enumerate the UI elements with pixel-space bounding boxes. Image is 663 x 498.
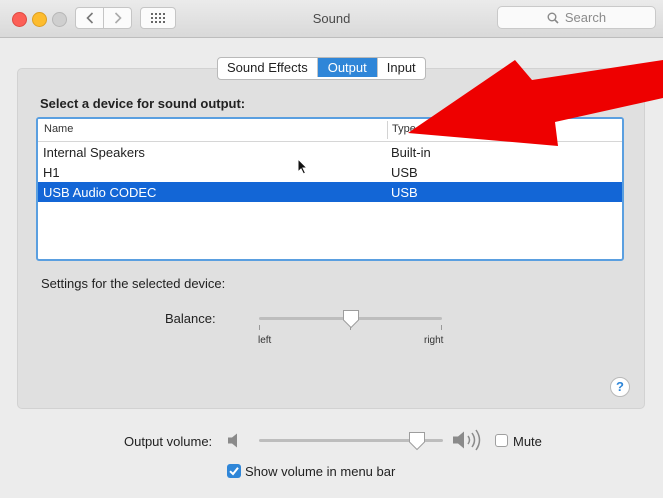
slider-tick [441, 325, 442, 330]
balance-label: Balance: [165, 311, 216, 326]
slider-tick [259, 325, 260, 330]
tab-sound-effects[interactable]: Sound Effects [218, 58, 318, 77]
column-divider[interactable] [387, 121, 388, 139]
speaker-low-icon [228, 433, 237, 448]
checkmark-icon [229, 467, 239, 476]
help-button[interactable]: ? [610, 377, 630, 397]
table-row[interactable]: Internal Speakers Built-in [38, 142, 622, 162]
device-list-heading: Select a device for sound output: [40, 96, 246, 111]
balance-slider-knob[interactable] [342, 309, 360, 329]
search-icon [547, 12, 559, 24]
table-row[interactable]: H1 USB [38, 162, 622, 182]
column-header-name[interactable]: Name [44, 123, 73, 135]
tab-bar: Sound Effects Output Input [217, 57, 426, 80]
tab-output[interactable]: Output [317, 58, 378, 77]
device-type: USB [391, 165, 418, 180]
table-row-selected[interactable]: USB Audio CODEC USB [38, 182, 622, 202]
show-volume-checkbox[interactable] [227, 464, 241, 478]
mute-checkbox[interactable] [495, 434, 508, 447]
settings-heading: Settings for the selected device: [41, 276, 226, 291]
output-volume-label: Output volume: [124, 434, 213, 449]
tab-input[interactable]: Input [378, 58, 425, 77]
table-header: Name Type [38, 119, 622, 142]
balance-left-label: left [258, 335, 272, 346]
title-bar: Sound Search [0, 0, 663, 38]
output-volume-slider-knob[interactable] [408, 431, 426, 451]
balance-right-label: right [424, 335, 444, 346]
search-placeholder: Search [564, 10, 607, 25]
column-header-type[interactable]: Type [392, 123, 416, 135]
speaker-high-icon [453, 429, 481, 451]
device-type: USB [391, 185, 418, 200]
device-type: Built-in [391, 145, 431, 160]
mouse-cursor-icon [297, 158, 308, 175]
show-volume-label: Show volume in menu bar [245, 464, 396, 479]
device-name: USB Audio CODEC [43, 185, 157, 200]
mute-label: Mute [513, 434, 542, 449]
search-field[interactable]: Search [497, 6, 656, 29]
device-name: Internal Speakers [43, 145, 145, 160]
device-table[interactable]: Name Type Internal Speakers Built-in H1 … [36, 117, 624, 261]
device-name: H1 [43, 165, 60, 180]
